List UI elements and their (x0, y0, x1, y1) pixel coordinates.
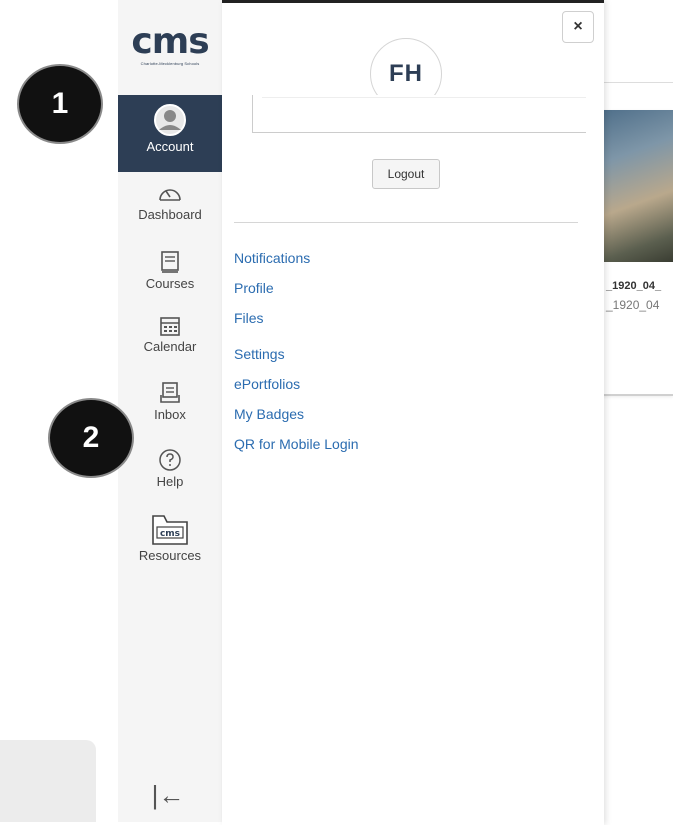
nav-courses[interactable]: Courses (118, 250, 222, 291)
link-files[interactable]: Files (234, 307, 359, 343)
user-name-top-line (262, 97, 586, 98)
logout-button[interactable]: Logout (372, 159, 440, 189)
resources-icon-text: cms (160, 529, 180, 539)
annotation-badge-2: 2 (48, 398, 134, 478)
nav-help-label: Help (156, 474, 184, 489)
close-tray-button[interactable]: × (562, 11, 594, 43)
calendar-icon (160, 317, 180, 336)
course-card-title[interactable]: _1920_04_ (606, 280, 661, 292)
nav-inbox[interactable]: Inbox (118, 381, 222, 422)
account-tray: × FH Logout Notifications Profile Files … (222, 0, 604, 825)
nav-inbox-label: Inbox (154, 407, 186, 422)
resources-folder-icon: cms (152, 515, 188, 545)
nav-courses-label: Courses (145, 276, 195, 291)
nav-calendar[interactable]: Calendar (118, 315, 222, 354)
link-my-badges[interactable]: My Badges (234, 403, 359, 433)
link-eportfolios[interactable]: ePortfolios (234, 373, 359, 403)
nav-account[interactable]: Account (118, 95, 222, 172)
link-notifications[interactable]: Notifications (234, 247, 359, 277)
nav-account-label: Account (146, 139, 194, 154)
link-profile[interactable]: Profile (234, 277, 359, 307)
global-navigation: cms Charlotte-Mecklenburg Schools Accoun… (118, 0, 223, 822)
account-links: Notifications Profile Files Settings ePo… (234, 247, 359, 463)
nav-resources-label: Resources (138, 548, 202, 563)
nav-calendar-label: Calendar (143, 339, 197, 354)
background-panel (0, 740, 96, 822)
annotation-badge-1: 1 (17, 64, 103, 144)
course-card-image (600, 110, 673, 262)
nav-dashboard-label: Dashboard (138, 207, 202, 222)
header-divider (600, 82, 673, 83)
account-icon (154, 104, 186, 136)
nav-resources[interactable]: cms Resources (118, 512, 222, 563)
user-name-area (252, 95, 586, 133)
dashboard-icon (159, 189, 181, 201)
nav-help[interactable]: Help (118, 448, 222, 489)
dashboard-background: _1920_04_ _1920_04 (600, 0, 673, 822)
logo-wordmark: cms (131, 21, 209, 62)
course-card-subtitle: _1920_04 (606, 298, 660, 312)
courses-icon (161, 251, 179, 273)
link-qr-mobile-login[interactable]: QR for Mobile Login (234, 433, 359, 463)
course-card[interactable]: _1920_04_ _1920_04 (600, 110, 673, 396)
inbox-icon (160, 382, 180, 403)
tray-separator (234, 222, 578, 223)
cms-logo[interactable]: cms Charlotte-Mecklenburg Schools (118, 21, 222, 67)
nav-dashboard[interactable]: Dashboard (118, 183, 222, 222)
collapse-nav-button[interactable]: |← (148, 780, 188, 810)
link-settings[interactable]: Settings (234, 343, 359, 373)
help-icon (159, 449, 181, 471)
